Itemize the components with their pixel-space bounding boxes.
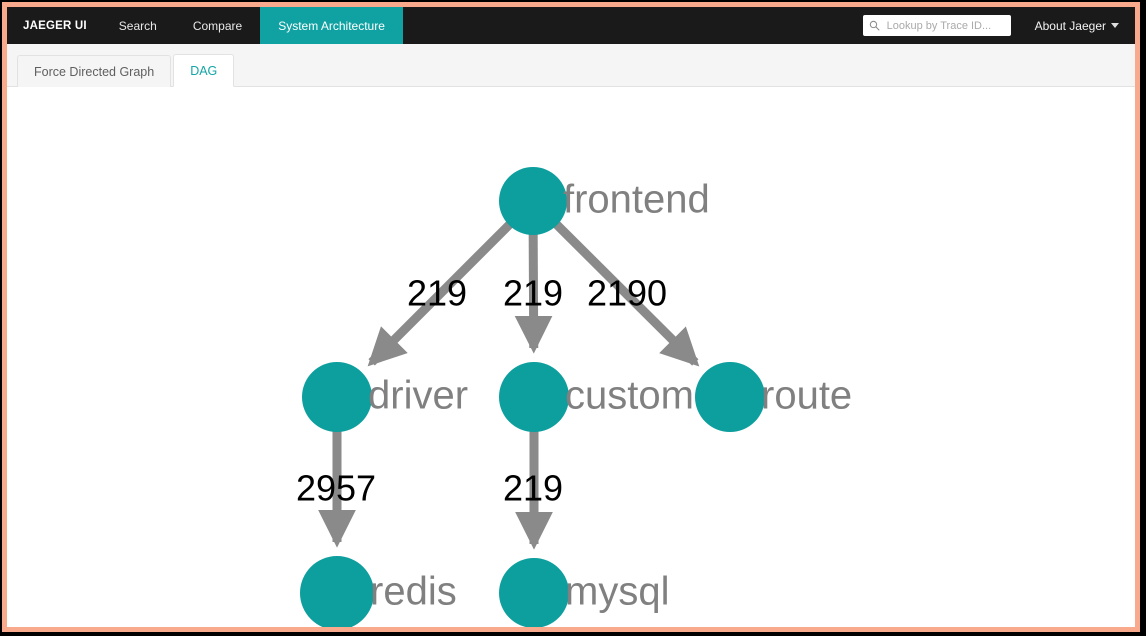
chevron-down-icon [1111,23,1119,28]
nodes-layer: frontend driver customer route redis mysql [300,167,852,630]
search-input[interactable] [884,18,1005,33]
tab-force-directed-graph[interactable]: Force Directed Graph [17,55,172,87]
top-navigation-bar: JAEGER UI Search Compare System Architec… [7,7,1135,44]
node-circle-frontend[interactable] [499,167,567,235]
app-viewport: JAEGER UI Search Compare System Architec… [2,2,1140,632]
node-circle-route[interactable] [695,362,765,432]
node-label-route: route [761,374,852,418]
node-label-mysql: mysql [565,570,669,614]
nav-item-compare[interactable]: Compare [175,7,260,44]
node-circle-customer[interactable] [499,362,569,432]
edge-label-frontend-to-customer: 219 [503,273,563,314]
edge-label-customer-to-mysql: 219 [503,468,563,509]
dag-graph-canvas[interactable]: frontend driver customer route redis mysql 21… [7,87,1135,630]
node-circle-driver[interactable] [302,362,372,432]
tab-dag[interactable]: DAG [173,54,235,87]
node-label-frontend: frontend [563,178,710,222]
graph-mode-tabs: Force Directed Graph DAG [7,44,1135,87]
about-jaeger-label: About Jaeger [1034,18,1106,33]
graph-node-driver[interactable]: driver [302,362,468,432]
brand-logo[interactable]: JAEGER UI [7,7,101,44]
edge-label-driver-to-redis: 2957 [296,468,376,509]
graph-node-mysql[interactable]: mysql [499,558,669,628]
graph-node-redis[interactable]: redis [300,556,457,630]
edge-label-frontend-to-driver: 219 [407,273,467,314]
graph-node-frontend[interactable]: frontend [499,167,710,235]
node-circle-redis[interactable] [300,556,374,630]
nav-item-search[interactable]: Search [101,7,175,44]
trace-id-search-box[interactable] [862,15,1011,36]
edge-label-frontend-to-route: 2190 [587,273,667,314]
node-label-driver: driver [368,374,468,418]
graph-node-route[interactable]: route [695,362,852,432]
graph-node-customer[interactable]: customer [499,362,730,432]
node-circle-mysql[interactable] [499,558,569,628]
dag-svg: frontend driver customer route redis mysql 21… [296,167,852,630]
nav-item-system-architecture[interactable]: System Architecture [260,7,403,44]
search-icon [869,20,880,31]
node-label-redis: redis [370,570,457,614]
about-jaeger-menu[interactable]: About Jaeger [1029,7,1135,44]
